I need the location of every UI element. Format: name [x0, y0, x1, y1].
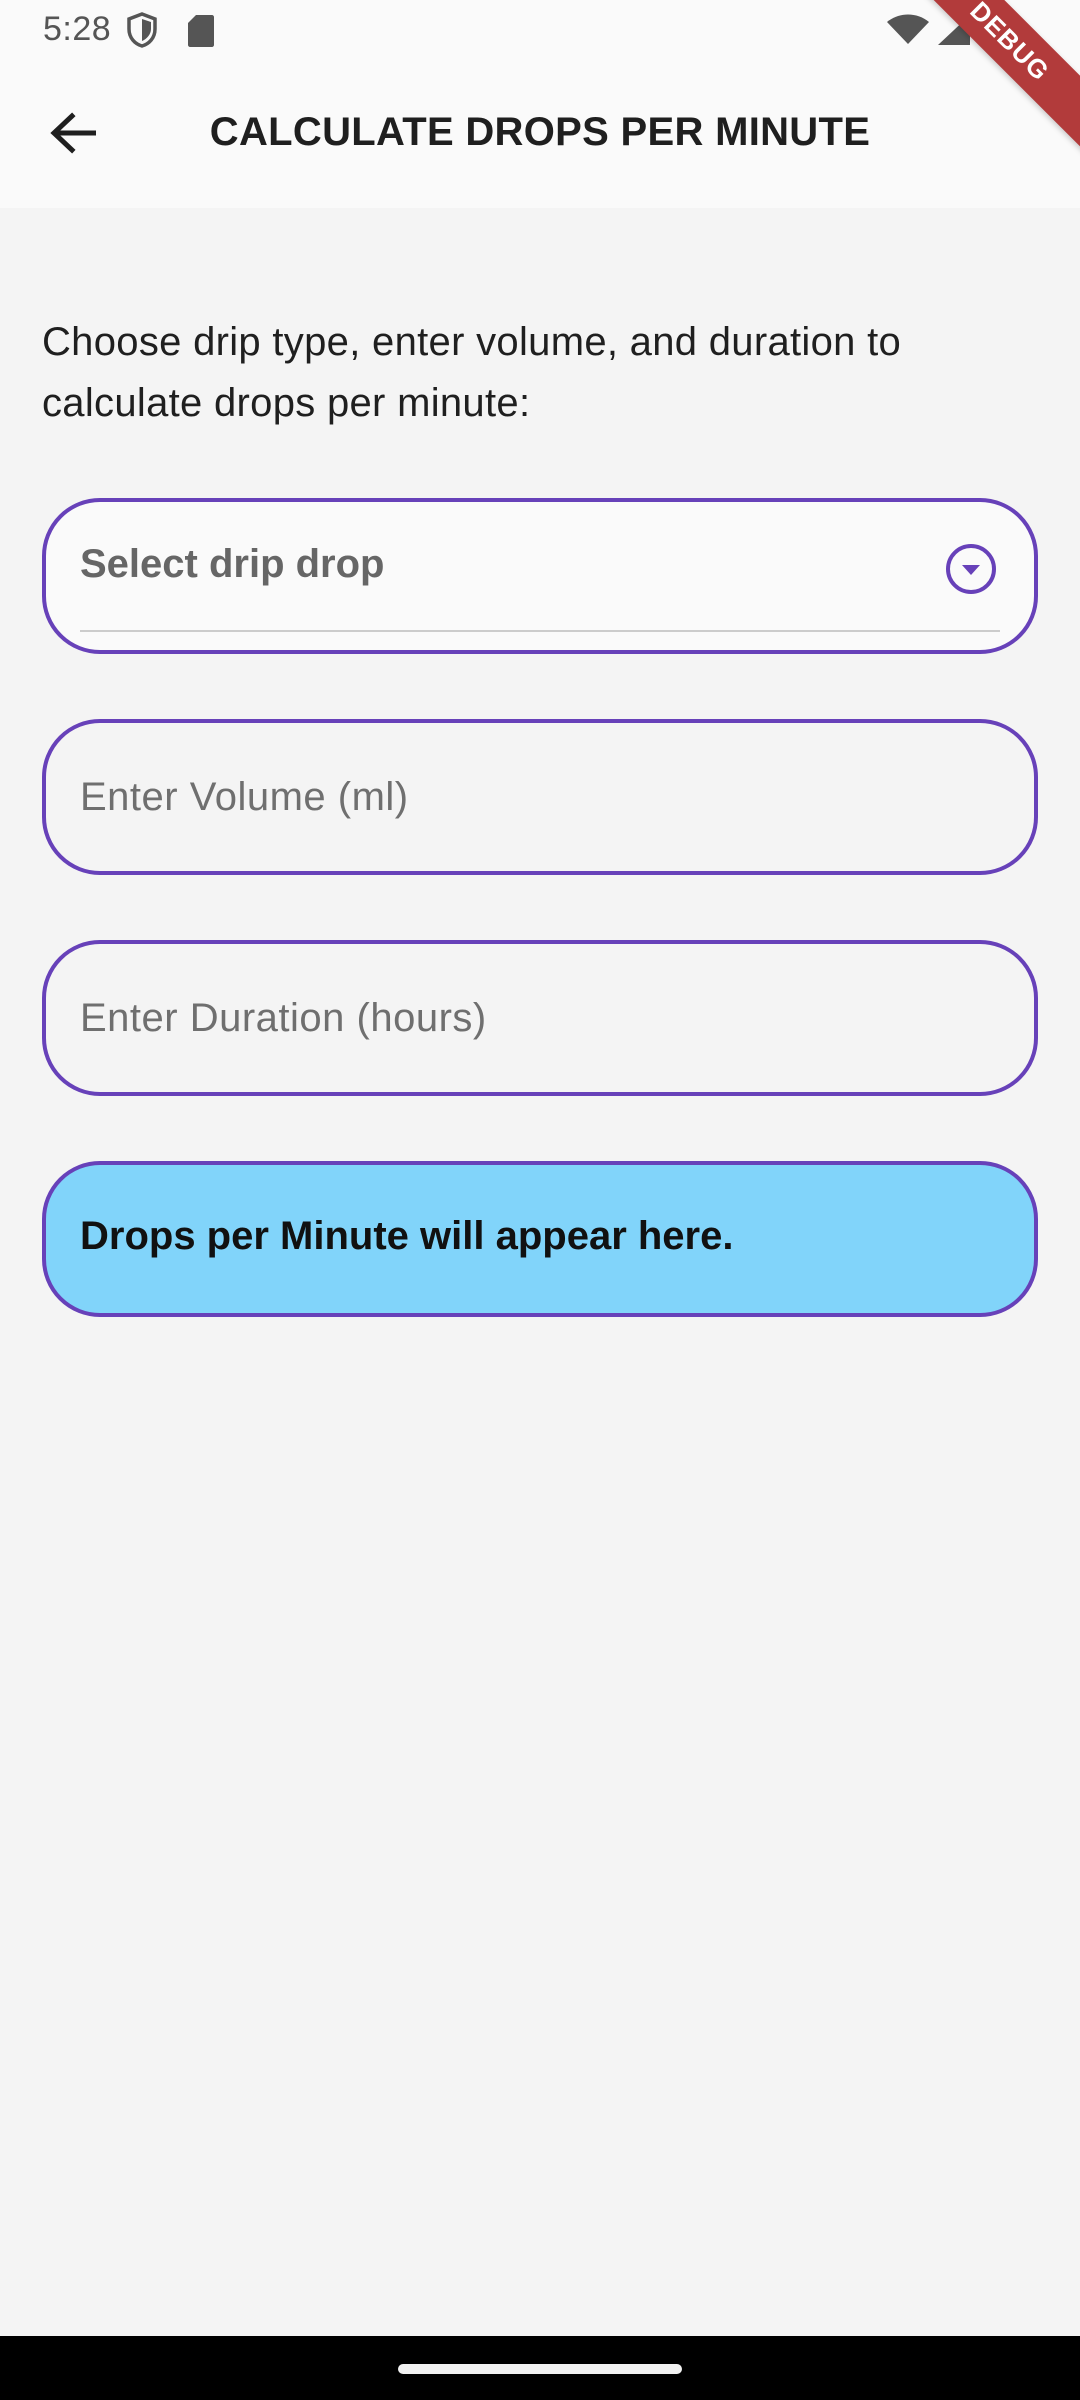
wifi-icon — [886, 14, 930, 51]
result-text: Drops per Minute will appear here. — [80, 1214, 734, 1258]
sd-card-icon — [187, 14, 215, 53]
chevron-down-circle-icon — [944, 542, 998, 596]
result-box: Drops per Minute will appear here. — [42, 1161, 1038, 1317]
status-time: 5:28 — [43, 10, 112, 48]
volume-field[interactable] — [42, 719, 1038, 875]
dropdown-label: Select drip drop — [80, 542, 385, 586]
dropdown-underline — [80, 630, 1000, 632]
instructions-text: Choose drip type, enter volume, and dura… — [42, 320, 902, 425]
drip-drop-dropdown[interactable]: Select drip drop — [42, 498, 1038, 654]
navigation-bar — [0, 2336, 1080, 2400]
duration-field[interactable] — [42, 940, 1038, 1096]
status-bar: 5:28 — [0, 0, 1080, 62]
duration-input[interactable] — [80, 944, 980, 1092]
home-indicator[interactable] — [398, 2364, 682, 2374]
app-bar: CALCULATE DROPS PER MINUTE — [0, 62, 1080, 208]
page-title: CALCULATE DROPS PER MINUTE — [209, 110, 871, 154]
shield-icon — [126, 12, 158, 53]
volume-input[interactable] — [80, 723, 980, 871]
